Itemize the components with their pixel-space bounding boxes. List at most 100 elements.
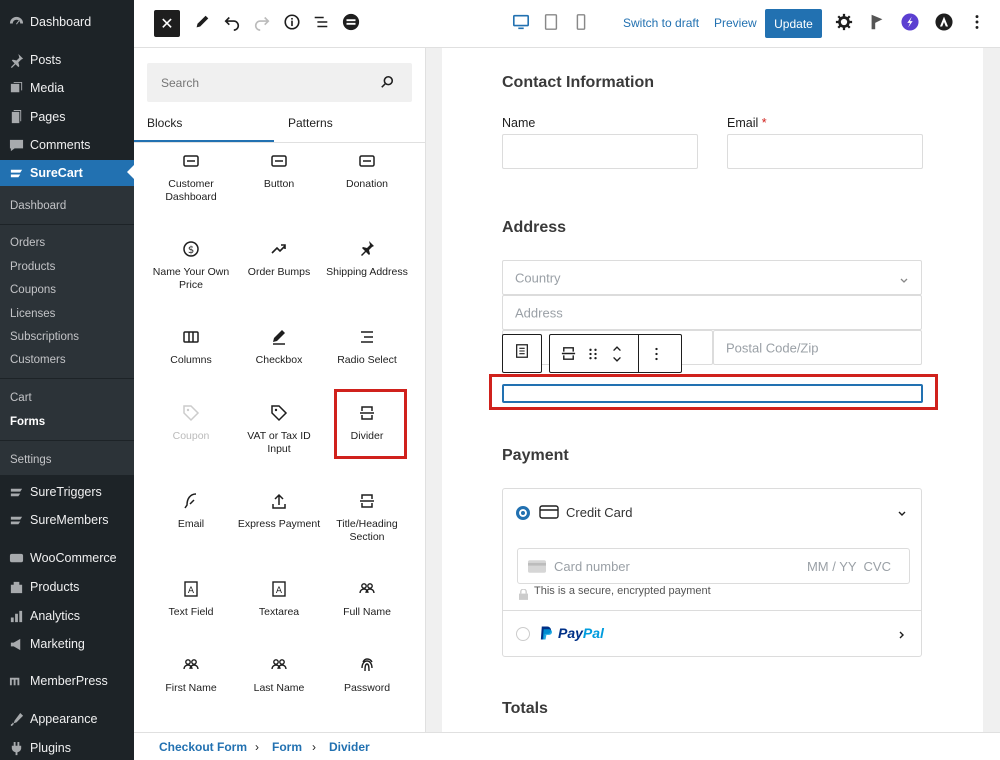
block-columns[interactable]: Columns — [147, 328, 235, 367]
submenu-products[interactable]: Products — [10, 261, 55, 273]
submenu-customers[interactable]: Customers — [10, 354, 66, 366]
more-vertical-icon[interactable] — [654, 346, 659, 367]
sidebar-item-posts[interactable]: Posts — [0, 48, 134, 72]
block-checkbox[interactable]: Checkbox — [235, 328, 323, 367]
sidebar-item-products[interactable]: Products — [0, 575, 134, 599]
block-shipping-address[interactable]: Shipping Address — [323, 240, 411, 279]
settings-button[interactable] — [831, 11, 857, 37]
block-express-payment[interactable]: Express Payment — [235, 492, 323, 531]
details-button[interactable] — [279, 11, 305, 37]
breadcrumb-form[interactable]: Form — [272, 740, 302, 754]
submenu-orders[interactable]: Orders — [10, 237, 45, 249]
name-field[interactable] — [502, 134, 698, 169]
comments-icon — [8, 137, 24, 153]
block-button[interactable]: Button — [235, 152, 323, 191]
close-icon: ✕ — [160, 15, 174, 33]
block-title-heading[interactable]: Title/Heading Section — [323, 492, 411, 544]
credit-card-radio[interactable] — [516, 506, 530, 520]
submenu-settings[interactable]: Settings — [10, 454, 52, 466]
sidebar-item-memberpress[interactable]: MemberPress — [0, 669, 134, 693]
plugin-flag-button[interactable] — [864, 11, 890, 37]
sidebar-item-plugins[interactable]: Plugins — [0, 736, 134, 760]
block-name-your-own-price[interactable]: $ Name Your Own Price — [147, 240, 235, 292]
email-field[interactable] — [727, 134, 923, 169]
secure-note: This is a secure, encrypted payment — [534, 585, 711, 597]
tab-patterns[interactable]: Patterns — [288, 116, 333, 130]
block-search-input[interactable]: Search — [147, 63, 412, 102]
submenu-coupons[interactable]: Coupons — [10, 284, 56, 296]
block-actions — [549, 334, 682, 373]
mobile-view-button[interactable] — [568, 11, 594, 37]
submenu-dashboard[interactable]: Dashboard — [10, 200, 66, 212]
tab-blocks[interactable]: Blocks — [147, 116, 182, 130]
sidebar-item-appearance[interactable]: Appearance — [0, 707, 134, 731]
sidebar-item-comments[interactable]: Comments — [0, 133, 134, 157]
tools-button[interactable] — [189, 11, 215, 37]
paypal-radio[interactable] — [516, 627, 530, 641]
sidebar-item-pages[interactable]: Pages — [0, 105, 134, 129]
button-icon — [270, 152, 288, 170]
close-inserter-button[interactable]: ✕ — [154, 10, 180, 37]
chevron-down-icon[interactable] — [897, 506, 907, 524]
form-icon — [514, 343, 530, 364]
block-password[interactable]: Password — [323, 656, 411, 695]
card-number-input[interactable]: Card number MM / YY CVC — [517, 548, 910, 584]
sidebar-item-analytics[interactable]: Analytics — [0, 604, 134, 628]
submenu-forms[interactable]: Forms — [10, 416, 45, 428]
submenu-cart[interactable]: Cart — [10, 392, 32, 404]
astra-icon — [935, 12, 953, 36]
country-select[interactable]: Country — [502, 260, 922, 295]
drag-handle-icon[interactable] — [588, 346, 598, 367]
block-vat-tax-id[interactable]: VAT or Tax ID Input — [235, 404, 323, 456]
block-customer-dashboard[interactable]: Customer Dashboard — [147, 152, 235, 204]
sidebar-item-media[interactable]: Media — [0, 76, 134, 100]
desktop-icon — [512, 13, 530, 36]
breadcrumb-checkout-form[interactable]: Checkout Form — [159, 740, 247, 754]
block-text-field[interactable]: A Text Field — [147, 580, 235, 619]
redo-button[interactable] — [249, 11, 275, 37]
sidebar-item-suretriggers[interactable]: SureTriggers — [0, 480, 134, 504]
block-textarea[interactable]: A Textarea — [235, 580, 323, 619]
options-button[interactable] — [964, 11, 990, 37]
sidebar-item-suremembers[interactable]: SureMembers — [0, 508, 134, 532]
undo-button[interactable] — [219, 11, 245, 37]
block-donation[interactable]: Donation — [323, 152, 411, 191]
block-order-bumps[interactable]: Order Bumps — [235, 240, 323, 279]
chevron-right-icon[interactable] — [897, 627, 907, 645]
breadcrumb-separator: › — [312, 740, 316, 754]
astra-button[interactable] — [931, 11, 957, 37]
pin-icon — [358, 240, 376, 258]
upload-icon — [270, 492, 288, 510]
breadcrumb-divider[interactable]: Divider — [329, 740, 370, 754]
tablet-view-button[interactable] — [538, 11, 564, 37]
address-field[interactable]: Address — [502, 295, 922, 330]
address-heading: Address — [502, 219, 567, 236]
search-icon — [380, 75, 394, 89]
sidebar-item-woocommerce[interactable]: WooCommerce — [0, 546, 134, 570]
tablet-icon — [542, 13, 560, 36]
postal-code-field[interactable]: Postal Code/Zip — [713, 330, 922, 365]
sidebar-item-dashboard[interactable]: Dashboard — [0, 10, 134, 34]
parent-block-button[interactable] — [502, 334, 542, 373]
switch-to-draft-link[interactable]: Switch to draft — [623, 16, 699, 30]
styles-button[interactable] — [338, 11, 364, 37]
submenu-licenses[interactable]: Licenses — [10, 308, 55, 320]
desktop-view-button[interactable] — [508, 11, 534, 37]
list-view-button[interactable] — [308, 11, 334, 37]
sidebar-item-marketing[interactable]: Marketing — [0, 632, 134, 656]
update-button[interactable]: Update — [765, 9, 822, 38]
sidebar-item-surecart[interactable]: SureCart — [0, 160, 134, 186]
submenu-subscriptions[interactable]: Subscriptions — [10, 331, 79, 343]
pencil-icon — [193, 13, 211, 36]
block-full-name[interactable]: Full Name — [323, 580, 411, 619]
move-up-down-icon[interactable] — [611, 342, 623, 371]
block-last-name[interactable]: Last Name — [235, 656, 323, 695]
block-coupon[interactable]: Coupon — [147, 404, 235, 443]
block-first-name[interactable]: First Name — [147, 656, 235, 695]
admin-sidebar: Dashboard Posts Media Pages Comments Sur… — [0, 0, 134, 760]
divider-icon[interactable] — [560, 345, 577, 367]
surecart-button[interactable] — [897, 11, 923, 37]
block-radio-select[interactable]: Radio Select — [323, 328, 411, 367]
block-email[interactable]: Email — [147, 492, 235, 531]
preview-link[interactable]: Preview — [714, 16, 757, 30]
